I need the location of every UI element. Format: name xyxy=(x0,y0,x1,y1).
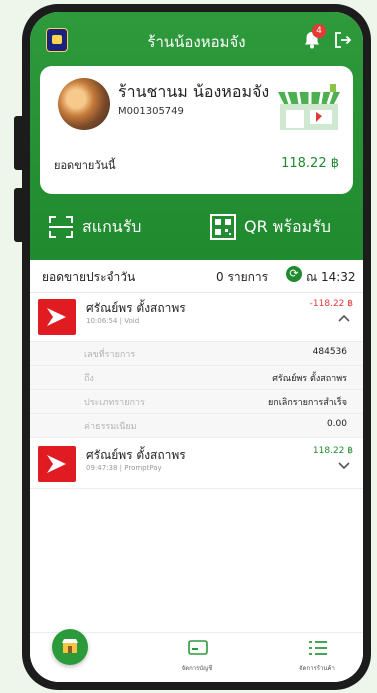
payer-name: ศรัณย์พร ตั้งสถาพร xyxy=(86,301,186,315)
today-sales-label: ยอดขายวันนี้ xyxy=(54,159,116,172)
action-row: สแกนรับ QR พร้อมรับ xyxy=(30,206,363,254)
side-button xyxy=(14,188,22,242)
detail-row: ประเภทรายการ ยกเลิกรายการสำเร็จ xyxy=(30,390,363,414)
detail-row: ถึง ศรัณย์พร ตั้งสถาพร xyxy=(30,366,363,390)
store-name: ร้านชานม น้องหอมจัง xyxy=(118,82,270,101)
chevron-down-icon[interactable] xyxy=(337,460,351,470)
transaction-row[interactable]: ศรัณย์พร ตั้งสถาพร 10:06:54 | Void -118.… xyxy=(30,293,363,342)
store-avatar xyxy=(58,78,110,130)
refresh-icon[interactable]: ⟳ xyxy=(286,266,302,282)
detail-value: ยกเลิกรายการสำเร็จ xyxy=(268,398,347,408)
bank-logo xyxy=(38,446,76,482)
merchant-id: M001305749 xyxy=(118,106,184,117)
transaction-count: 0 รายการ xyxy=(216,270,269,284)
scan-button[interactable]: สแกนรับ xyxy=(48,206,188,246)
account-icon xyxy=(188,640,208,655)
top-bar: ร้านน้องหอมจัง 4 xyxy=(30,24,363,58)
store-icon xyxy=(62,639,78,653)
phone-frame: ร้านน้องหอมจัง 4 ร้านชานม น้องหอมจัง M00… xyxy=(14,4,371,690)
qr-receive-button[interactable]: QR พร้อมรับ xyxy=(210,206,360,246)
side-button xyxy=(14,116,22,170)
detail-label: ประเภทรายการ xyxy=(84,398,145,408)
detail-value: 484536 xyxy=(312,347,347,357)
transaction-meta: 09:47:38 | PromptPay xyxy=(86,464,162,472)
daily-sales-title: ยอดขายประจำวัน xyxy=(42,270,136,284)
detail-label: ค่าธรรมเนียม xyxy=(84,422,137,432)
transaction-amount: 118.22 ฿ xyxy=(312,446,353,456)
store-home-button[interactable] xyxy=(52,629,88,665)
nav-store-management[interactable]: จัดการร้านค้า xyxy=(272,639,362,679)
list-icon xyxy=(309,641,327,655)
notification-badge: 4 xyxy=(312,24,326,38)
transaction-row[interactable]: ศรัณย์พร ตั้งสถาพร 09:47:38 | PromptPay … xyxy=(30,440,363,489)
store-card: ร้านชานม น้องหอมจัง M001305749 ยอดขายวัน… xyxy=(40,66,353,194)
detail-label: ถึง xyxy=(84,374,94,384)
logout-icon[interactable] xyxy=(334,31,352,49)
daily-sales-header: ยอดขายประจำวัน 0 รายการ ⟳ ณ 14:32 xyxy=(30,260,363,293)
detail-value: ศรัณย์พร ตั้งสถาพร xyxy=(272,374,347,384)
detail-row: เลขที่รายการ 484536 xyxy=(30,342,363,366)
qr-button-label: QR พร้อมรับ xyxy=(244,217,331,236)
chevron-up-icon[interactable] xyxy=(337,313,351,323)
scan-button-label: สแกนรับ xyxy=(82,217,142,236)
transaction-amount: -118.22 ฿ xyxy=(309,299,353,309)
bottom-nav: จัดการบัญชี จัดการร้านค้า xyxy=(30,629,363,682)
transaction-meta: 10:06:54 | Void xyxy=(86,317,140,325)
payer-name: ศรัณย์พร ตั้งสถาพร xyxy=(86,448,186,462)
scan-icon xyxy=(49,216,73,238)
app-screen: ร้านน้องหอมจัง 4 ร้านชานม น้องหอมจัง M00… xyxy=(30,12,363,682)
nav-account-management[interactable]: จัดการบัญชี xyxy=(152,639,242,679)
bank-logo xyxy=(38,299,76,335)
detail-value: 0.00 xyxy=(326,419,347,429)
today-sales-amount: 118.22 ฿ xyxy=(281,156,339,171)
detail-label: เลขที่รายการ xyxy=(84,350,136,360)
detail-row: ค่าธรรมเนียม 0.00 xyxy=(30,414,363,438)
nav-account-label: จัดการบัญชี xyxy=(181,665,213,672)
updated-time: ณ 14:32 xyxy=(306,270,356,284)
qr-code-icon xyxy=(210,214,236,240)
storefront-illustration xyxy=(278,84,340,130)
nav-store-label: จัดการร้านค้า xyxy=(299,665,335,672)
